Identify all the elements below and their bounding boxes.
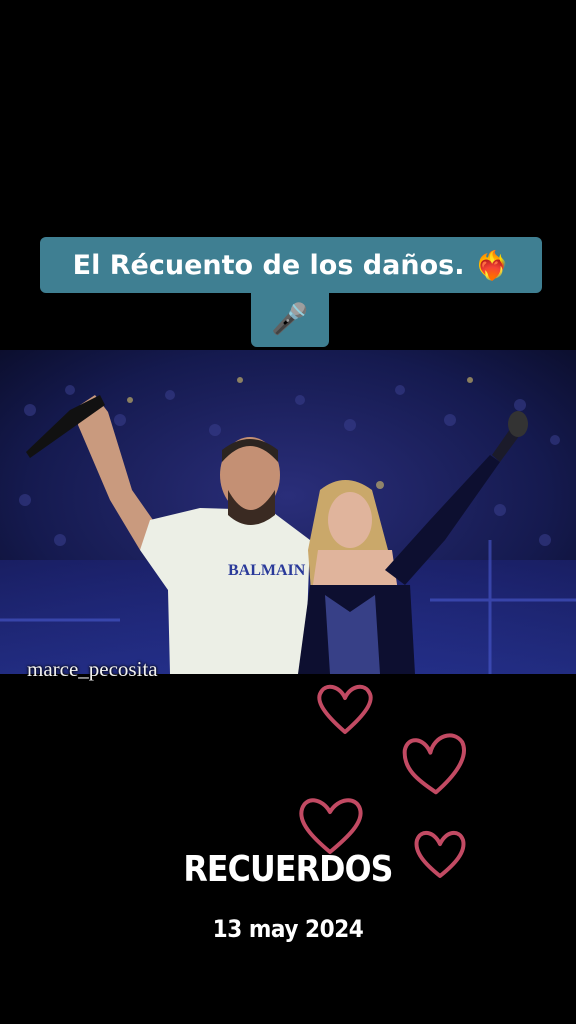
microphone-icon: 🎤 (271, 302, 309, 336)
heart-on-fire-icon: ❤️‍🔥 (474, 248, 510, 282)
caption-banner: El Récuento de los daños. ❤️‍🔥 (40, 237, 542, 293)
date-text: 13 may 2024 (212, 915, 364, 943)
caption-text: El Récuento de los daños. (72, 249, 465, 281)
caption-banner-second-line: 🎤 (251, 291, 329, 347)
concert-photo: BALMAIN PARIS (0, 350, 576, 674)
heart-icon (317, 684, 373, 734)
heart-icon (299, 798, 363, 854)
heart-icon (402, 733, 466, 795)
title-text: RECUERDOS (183, 849, 393, 890)
